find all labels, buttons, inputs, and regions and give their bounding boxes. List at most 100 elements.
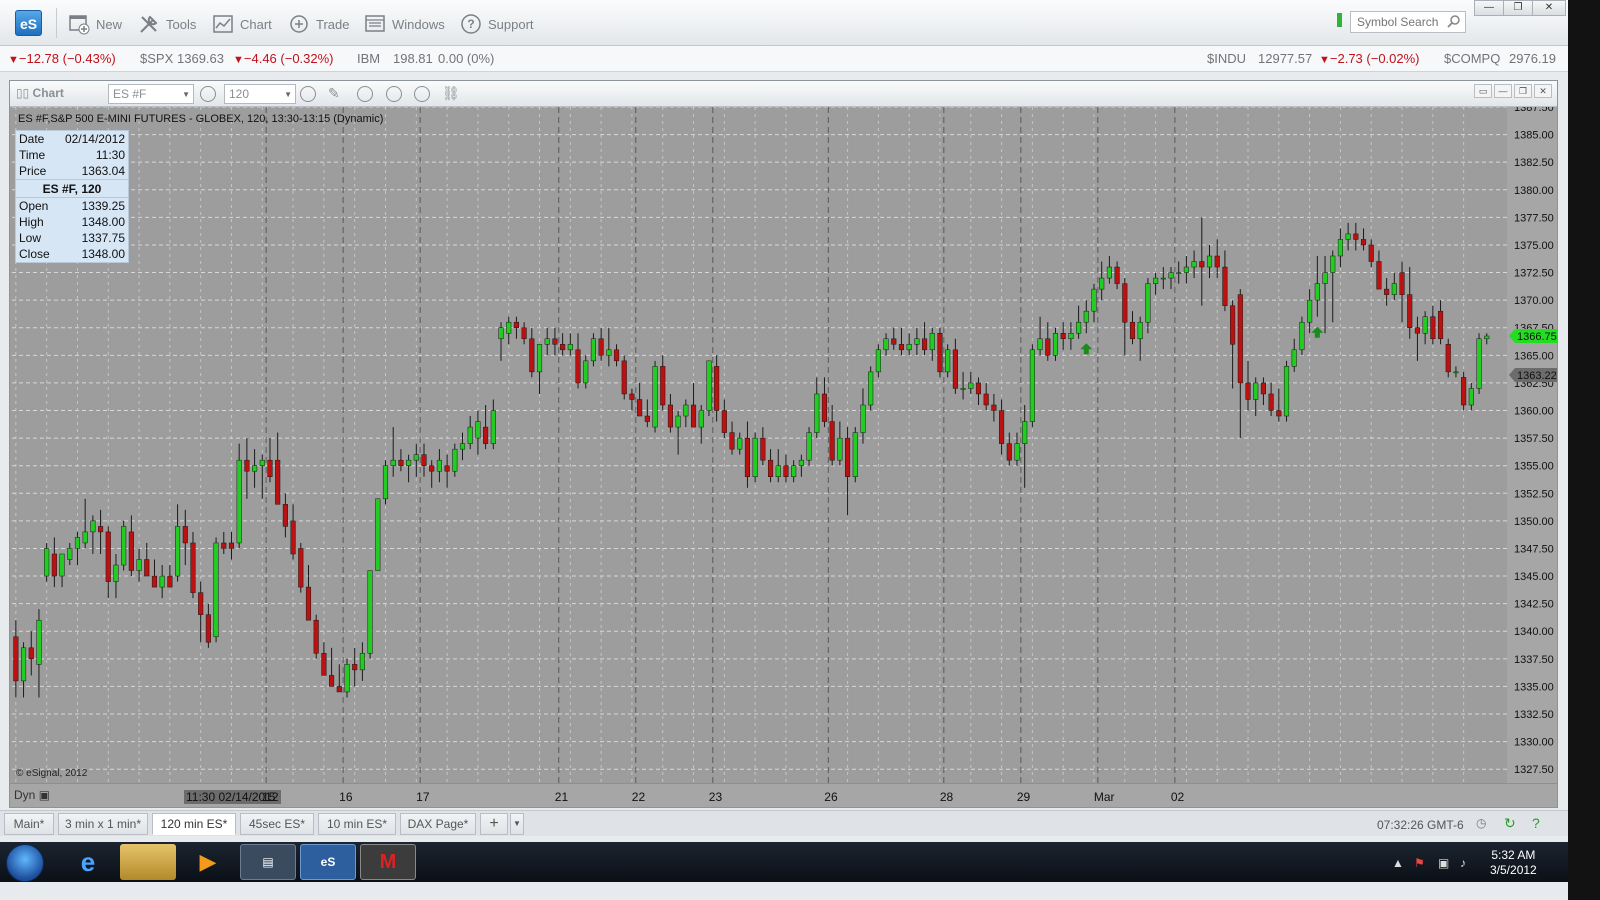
clock-icon[interactable] [300, 86, 316, 102]
add-tab-button[interactable]: + [480, 813, 508, 835]
time-axis[interactable]: Dyn ▣ 11:30 02/14/2012 15 16 17 21 22 23 26 28 2… [10, 783, 1557, 807]
candle-body [252, 465, 258, 472]
x-tick-label: 28 [939, 790, 954, 804]
app-m-icon[interactable]: M [360, 844, 416, 880]
connection-status-indicator [1337, 13, 1342, 27]
windows-button[interactable]: Windows [364, 12, 445, 36]
symbol-search-input[interactable] [1357, 15, 1445, 29]
candle-body [1360, 239, 1367, 246]
tab-3min[interactable]: 3 min x 1 min* [58, 813, 148, 835]
candle-body [891, 338, 897, 345]
link-icon[interactable]: ⛓ [442, 85, 460, 102]
search-icon[interactable] [1447, 14, 1461, 31]
tab-main[interactable]: Main* [4, 813, 54, 835]
x-tick-label: 02 [1170, 790, 1185, 804]
ticker-symbol[interactable]: IBM [357, 46, 380, 72]
close-button[interactable]: ✕ [1532, 0, 1566, 16]
y-tick-label: 1360.00 [1514, 406, 1554, 418]
tab-dax[interactable]: DAX Page* [400, 813, 476, 835]
esignal-logo[interactable]: eS [15, 10, 42, 36]
system-clock[interactable]: 5:32 AM 3/5/2012 [1490, 848, 1537, 878]
chevron-down-icon[interactable]: ▼ [510, 813, 524, 835]
explorer-folder-icon[interactable] [120, 844, 176, 880]
chart-button[interactable]: Chart [212, 12, 272, 36]
chart-minimize-button[interactable]: — [1494, 84, 1512, 98]
tools-button[interactable]: Tools [138, 12, 196, 36]
candle-body [637, 399, 643, 417]
x-tick-label: 23 [708, 790, 723, 804]
candle-body [406, 459, 412, 466]
dyn-label: Dyn [14, 788, 36, 802]
flag-icon[interactable]: ⚑ [1414, 856, 1425, 870]
ticker-symbol[interactable]: $INDU [1207, 46, 1246, 72]
chart-close-button[interactable]: ✕ [1534, 84, 1552, 98]
pencil-icon[interactable]: ✎ [328, 85, 340, 102]
cursor-price-label: Price [19, 164, 47, 178]
help-icon[interactable]: ? [1532, 815, 1540, 831]
x-tick-label: 22 [631, 790, 646, 804]
candle-body [783, 465, 789, 477]
page-tabs: Main* 3 min x 1 min* 120 min ES* 45sec E… [0, 810, 1568, 836]
internet-explorer-icon[interactable]: e [60, 844, 116, 880]
candlestick-chart[interactable]: 1387.50 1385.00 1382.50 1380.00 1377.50 1375.… [10, 107, 1557, 783]
chart-options-button[interactable]: ▭ [1474, 84, 1492, 98]
chart-restore-button[interactable]: ❐ [1514, 84, 1532, 98]
new-button[interactable]: New [68, 12, 122, 36]
y-tick-label: 1340.00 [1514, 626, 1554, 638]
study-icon[interactable] [357, 86, 373, 102]
windows-icon [364, 13, 386, 35]
symbol-search-field[interactable] [1350, 11, 1466, 33]
alert-icon[interactable] [414, 86, 430, 102]
ticker-symbol[interactable]: $COMPQ [1444, 46, 1500, 72]
ticker-symbol[interactable]: $SPX [140, 46, 173, 72]
candle-body [583, 360, 589, 384]
dyn-toggle[interactable]: Dyn ▣ [14, 788, 50, 802]
media-player-icon[interactable]: ▶ [180, 844, 236, 880]
candle-body [1230, 305, 1236, 345]
gear-icon[interactable] [200, 86, 216, 102]
candle-body [74, 537, 81, 549]
network-icon[interactable]: ▣ [1438, 856, 1449, 870]
cursor-close-label: Close [19, 247, 50, 261]
refresh-icon[interactable]: ↻ [1504, 815, 1516, 832]
candle-body [36, 619, 42, 665]
volume-icon[interactable]: ♪ [1460, 856, 1466, 870]
minimize-button[interactable]: — [1474, 0, 1504, 16]
candle-body [1407, 294, 1413, 328]
clock-date: 3/5/2012 [1490, 863, 1537, 877]
tray-expand-icon[interactable]: ▲ [1392, 856, 1404, 870]
candle-body [390, 459, 396, 466]
candle-body [1330, 255, 1336, 273]
support-button[interactable]: ? Support [460, 12, 534, 36]
candle-body [791, 465, 797, 477]
tab-45sec[interactable]: 45sec ES* [240, 813, 314, 835]
price-plot[interactable]: 1387.50 1385.00 1382.50 1380.00 1377.50 1375.… [10, 107, 1557, 783]
chevron-down-icon: ▼ [182, 90, 190, 99]
candle-body [1037, 338, 1043, 351]
candle-body [59, 553, 65, 577]
tab-120min[interactable]: 120 min ES* [152, 813, 236, 835]
esignal-task-icon[interactable]: eS [300, 844, 356, 880]
candle-body [236, 459, 242, 544]
play-icon[interactable] [386, 86, 402, 102]
chart-window-title: ▯▯ Chart [16, 86, 64, 100]
candle-body [1422, 316, 1428, 334]
interval-combo[interactable]: 120 ▼ [224, 84, 296, 104]
cursor-time-label: Time [19, 148, 46, 162]
candle-body [244, 459, 250, 472]
cursor-close-value: 1348.00 [81, 247, 125, 261]
symbol-combo[interactable]: ES #F ▼ [108, 84, 194, 104]
start-button[interactable] [6, 844, 44, 882]
ticker-item[interactable]: ▼−12.78 (−0.43%) [8, 46, 116, 73]
candle-body [483, 426, 489, 444]
tab-10min[interactable]: 10 min ES* [318, 813, 396, 835]
ticker-bar: ▼−12.78 (−0.43%) $SPX 1369.63 ▼−4.46 (−0… [0, 46, 1568, 72]
clock-icon[interactable]: ◷ [1476, 816, 1486, 830]
trade-button[interactable]: Trade [288, 12, 349, 36]
restore-button[interactable]: ❐ [1503, 0, 1533, 16]
candle-body [344, 664, 350, 693]
candle-body [1468, 388, 1474, 406]
candle-body [182, 526, 188, 544]
candle-body [1191, 261, 1197, 268]
remote-desktop-icon[interactable]: ▤ [240, 844, 296, 880]
